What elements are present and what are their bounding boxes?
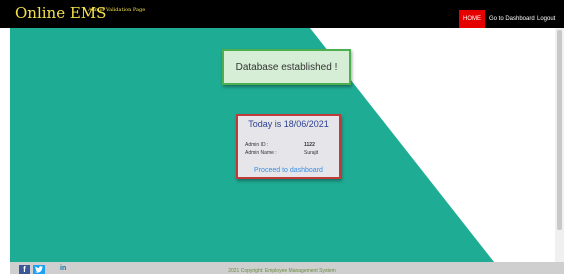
database-status-message: Database established ! [235,61,338,73]
scrollbar-thumb[interactable] [557,30,562,230]
admin-name-value: Surajit [304,150,319,156]
admin-info-card: Today is 18/06/2021 Admin ID : 1122 Admi… [236,114,341,179]
page-subtitle: Admin Validation Page [88,7,146,13]
date-heading: Today is 18/06/2021 [248,119,329,129]
admin-name-label: Admin Name : [245,150,277,156]
admin-id-value: 1122 [304,142,315,148]
dashboard-link[interactable]: Go to Dashboard [489,10,535,28]
database-status-alert: Database established ! [222,49,351,85]
footer-copyright: 2021 Copyright: Employee Management Syst… [228,268,336,274]
logout-link[interactable]: Logout [537,10,555,28]
proceed-to-dashboard-link[interactable]: Proceed to dashboard [238,167,339,174]
admin-id-label: Admin ID : [245,142,269,148]
home-button[interactable]: HOME [459,10,485,28]
